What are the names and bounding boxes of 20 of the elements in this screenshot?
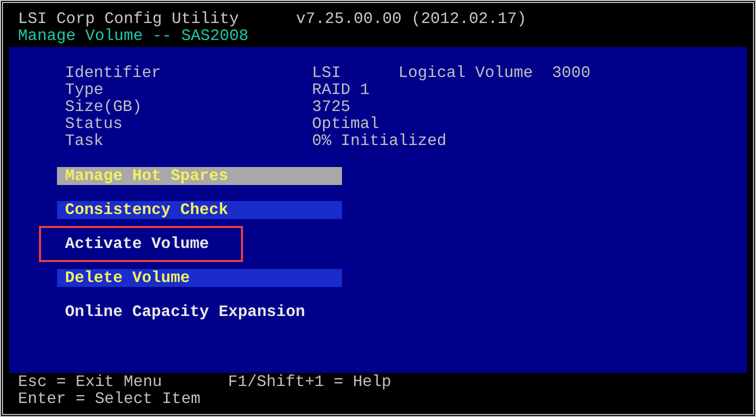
property-value: 3725 xyxy=(312,99,352,116)
screen-subtitle: Manage Volume -- SAS2008 xyxy=(18,28,248,45)
key-hint: Enter = Select Item xyxy=(18,391,202,408)
property-value: 0% Initialized xyxy=(312,133,448,150)
menu-item[interactable]: Delete Volume xyxy=(57,269,342,287)
property-label: Size(GB) xyxy=(65,99,143,116)
menu-item[interactable]: Consistency Check xyxy=(57,201,342,219)
version-text: v7.25.00.00 (2012.02.17) xyxy=(296,11,526,28)
property-value: RAID 1 xyxy=(312,82,371,99)
key-hint: F1/Shift+1 = Help xyxy=(228,374,392,391)
menu-item[interactable]: Activate Volume xyxy=(39,226,243,262)
property-label: Identifier xyxy=(65,65,162,82)
utility-title: LSI Corp Config Utility xyxy=(18,11,240,28)
key-hint: Esc = Exit Menu xyxy=(18,374,164,391)
property-label: Status xyxy=(65,116,124,133)
menu-item[interactable]: Online Capacity Expansion xyxy=(57,303,342,321)
property-label: Type xyxy=(65,82,104,99)
property-value: LSI Logical Volume 3000 xyxy=(312,65,592,82)
property-label: Task xyxy=(65,133,104,150)
property-value: Optimal xyxy=(312,116,380,133)
